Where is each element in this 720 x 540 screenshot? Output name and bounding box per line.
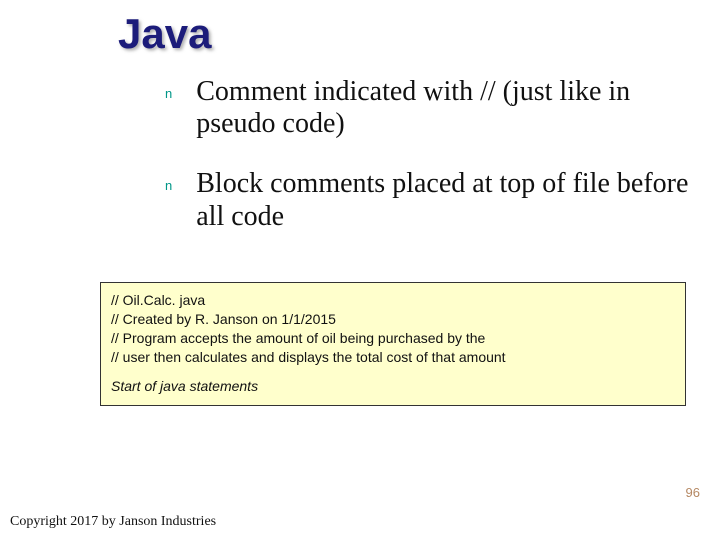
bullet-item: n Comment indicated with // (just like i… (165, 76, 695, 140)
copyright-text: Copyright 2017 by Janson Industries (10, 514, 216, 530)
slide: Java n Comment indicated with // (just l… (0, 0, 720, 540)
bullet-marker: n (165, 86, 172, 101)
code-start-line: Start of java statements (111, 377, 675, 396)
code-line: // Oil.Calc. java (111, 291, 675, 310)
bullet-text: Comment indicated with // (just like in … (196, 76, 695, 140)
slide-title: Java (118, 10, 211, 58)
code-example-box: // Oil.Calc. java // Created by R. Janso… (100, 282, 686, 406)
bullet-item: n Block comments placed at top of file b… (165, 168, 695, 232)
bullet-text: Block comments placed at top of file bef… (196, 168, 695, 232)
code-line: // Created by R. Janson on 1/1/2015 (111, 310, 675, 329)
code-line: // Program accepts the amount of oil bei… (111, 329, 675, 348)
code-line: // user then calculates and displays the… (111, 348, 675, 367)
bullet-marker: n (165, 178, 172, 193)
page-number: 96 (686, 485, 700, 500)
bullet-list: n Comment indicated with // (just like i… (165, 76, 695, 261)
